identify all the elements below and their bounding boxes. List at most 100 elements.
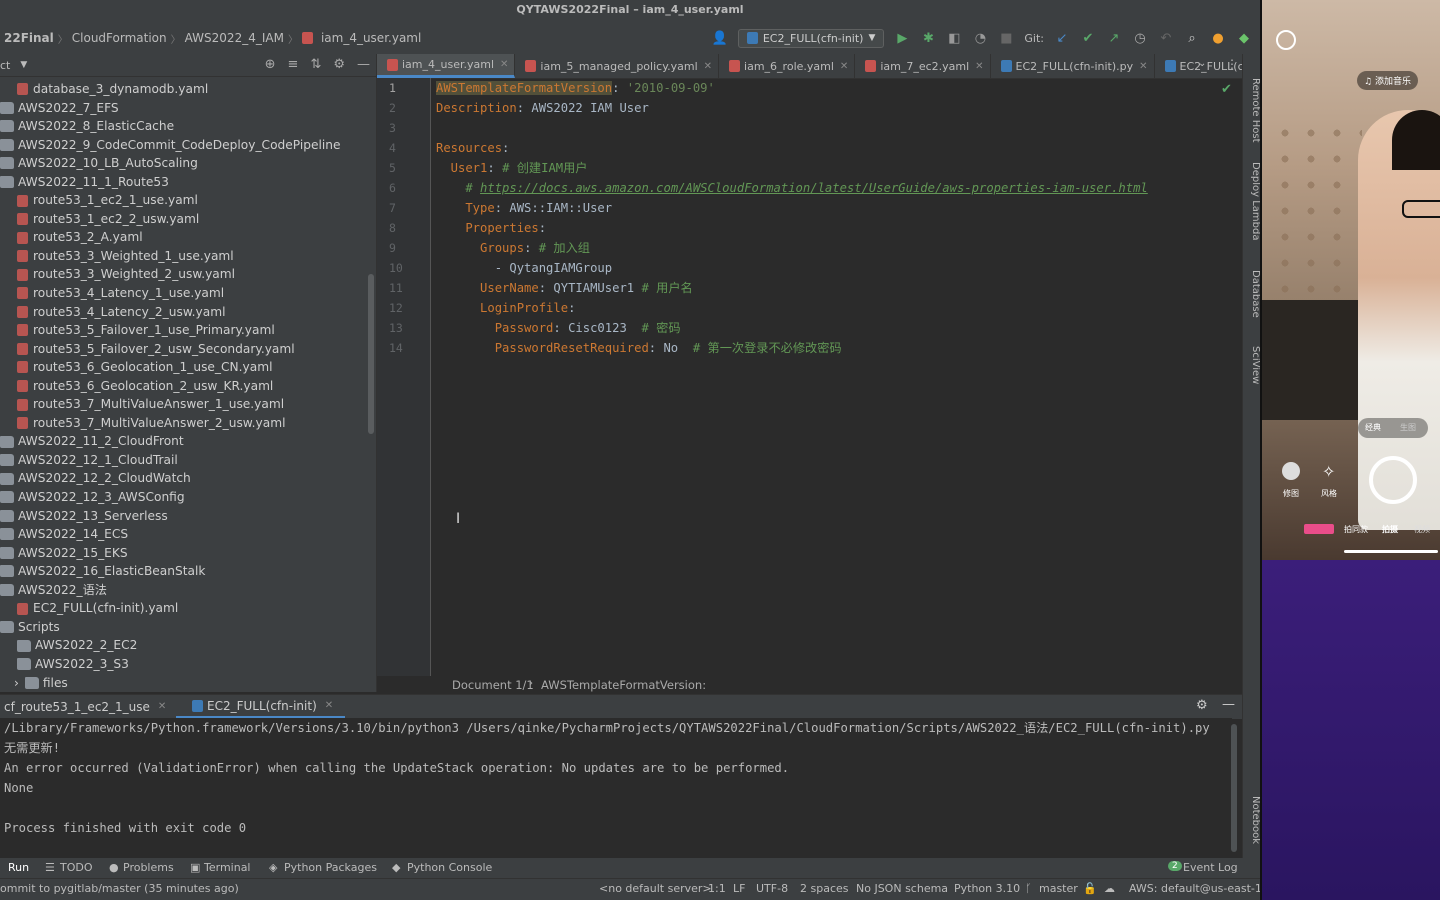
tree-folder[interactable]: AWS2022_2_EC2 [0, 636, 376, 655]
status-server[interactable]: <no default server> [599, 882, 712, 895]
tool-database[interactable]: Database [1243, 270, 1260, 318]
tree-folder[interactable]: AWS2022_语法 [0, 581, 376, 600]
locate-icon[interactable]: ⊕ [265, 57, 276, 72]
tool-event-log[interactable]: Event Log [1183, 861, 1238, 874]
close-icon[interactable]: ✕ [975, 61, 983, 72]
close-icon[interactable]: ✕ [500, 59, 508, 70]
close-icon[interactable]: ✕ [158, 696, 166, 718]
tree-folder[interactable]: AWS2022_11_1_Route53 [0, 173, 376, 192]
editor-tab[interactable]: iam_4_user.yaml ✕ [377, 54, 516, 78]
tree-folder[interactable]: AWS2022_14_ECS [0, 525, 376, 544]
tool-deploy-lambda[interactable]: Deploy Lambda [1243, 162, 1260, 240]
crumb-file[interactable]: iam_4_user.yaml [317, 31, 425, 45]
tree-file[interactable]: route53_5_Failover_2_usw_Secondary.yaml [0, 340, 376, 359]
mode-bottom-2[interactable]: 拍摄 [1382, 524, 1398, 535]
expand-all-icon[interactable]: ≡ [288, 57, 299, 72]
status-indent[interactable]: 2 spaces [800, 882, 849, 895]
status-branch[interactable]: master [1039, 882, 1078, 895]
tree-scrollbar[interactable] [368, 274, 374, 434]
tool-todo[interactable]: TODO [60, 861, 93, 874]
run-tab-ec2-full[interactable]: EC2_FULL(cfn-init) ✕ [176, 695, 346, 719]
mode-classic[interactable]: 经典 [1365, 422, 1381, 433]
close-icon[interactable]: ✕ [840, 61, 848, 72]
git-commit-icon[interactable]: ✔ [1080, 30, 1096, 46]
tree-folder[interactable]: AWS2022_3_S3 [0, 655, 376, 674]
status-schema[interactable]: No JSON schema [856, 882, 948, 895]
retouch-icon[interactable] [1282, 462, 1300, 480]
debug-icon[interactable]: ✱ [920, 30, 936, 46]
status-aws[interactable]: AWS: default@us-east-1 [1129, 882, 1260, 895]
tool-python-packages[interactable]: Python Packages [284, 861, 377, 874]
style-icon[interactable]: ✧ [1322, 462, 1335, 481]
tool-notebook[interactable]: Notebook [1243, 796, 1260, 844]
tree-file[interactable]: route53_3_Weighted_2_usw.yaml [0, 265, 376, 284]
code-editor[interactable]: AWSTemplateFormatVersion: '2010-09-09' De… [436, 78, 1226, 358]
chevron-right-icon[interactable]: › [14, 674, 19, 693]
tree-file[interactable]: database_3_dynamodb.yaml [0, 80, 376, 99]
hide-icon[interactable]: — [357, 57, 370, 72]
crumb-project[interactable]: 22Final [0, 31, 58, 45]
tree-file[interactable]: route53_6_Geolocation_1_use_CN.yaml [0, 358, 376, 377]
tree-folder[interactable]: AWS2022_7_EFS [0, 99, 376, 118]
tree-file[interactable]: route53_1_ec2_1_use.yaml [0, 191, 376, 210]
editor-tab[interactable]: iam_7_ec2.yaml ✕ [855, 54, 991, 78]
close-icon[interactable]: ✕ [1139, 61, 1147, 72]
mode-bottom-1[interactable]: 拍同款 [1344, 524, 1368, 535]
status-encoding[interactable]: UTF-8 [756, 882, 788, 895]
tree-file[interactable]: route53_7_MultiValueAnswer_1_use.yaml [0, 395, 376, 414]
profile-icon[interactable]: ◔ [972, 30, 988, 46]
tree-folder[interactable]: AWS2022_10_LB_AutoScaling [0, 154, 376, 173]
crumb-iam-folder[interactable]: AWS2022_4_IAM [181, 31, 288, 45]
tool-run[interactable]: Run [8, 861, 29, 874]
status-line-separator[interactable]: LF [733, 882, 745, 895]
lock-icon[interactable]: 🔓 [1083, 882, 1097, 895]
project-view-label[interactable]: ct [0, 59, 10, 72]
more-icon[interactable]: ⋮ [1226, 57, 1238, 71]
git-update-icon[interactable]: ↙ [1054, 30, 1070, 46]
plugin-icon[interactable]: ◆ [1236, 30, 1252, 46]
tree-file[interactable]: route53_2_A.yaml [0, 228, 376, 247]
status-interpreter[interactable]: Python 3.10 [954, 882, 1020, 895]
tree-folder[interactable]: Scripts [0, 618, 376, 637]
run-config-select[interactable]: EC2_FULL(cfn-init) ▼ [737, 28, 885, 48]
shutter-button[interactable] [1369, 456, 1417, 504]
run-tab-route53[interactable]: cf_route53_1_ec2_1_use ✕ [4, 695, 166, 719]
stop-icon[interactable]: ■ [998, 30, 1014, 46]
mode-bottom-3[interactable]: 视频 [1414, 524, 1430, 535]
tree-file[interactable]: route53_5_Failover_1_use_Primary.yaml [0, 321, 376, 340]
editor-crumb-key[interactable]: AWSTemplateFormatVersion: [541, 678, 706, 692]
tree-file[interactable]: route53_4_Latency_1_use.yaml [0, 284, 376, 303]
tree-file[interactable]: route53_4_Latency_2_usw.yaml [0, 303, 376, 322]
close-icon[interactable]: ✕ [704, 61, 712, 72]
ring-light-icon[interactable] [1276, 30, 1296, 50]
crumb-cloudformation[interactable]: CloudFormation [68, 31, 171, 45]
run-console[interactable]: /Library/Frameworks/Python.framework/Ver… [0, 718, 1232, 858]
coverage-icon[interactable]: ◧ [946, 30, 962, 46]
editor-tab[interactable]: EC2_FULL(cfn-init).py ✕ [991, 54, 1155, 78]
editor-crumb-document[interactable]: Document 1/1 [452, 678, 534, 692]
tree-file[interactable]: route53_3_Weighted_1_use.yaml [0, 247, 376, 266]
mode-image[interactable]: 生图 [1400, 422, 1416, 433]
tree-file[interactable]: route53_1_ec2_2_usw.yaml [0, 210, 376, 229]
tree-folder[interactable]: › files [0, 674, 376, 693]
console-scrollbar[interactable] [1231, 724, 1237, 852]
mode-switch[interactable]: 经典 生图 [1358, 418, 1428, 438]
status-vcs-message[interactable]: ommit to pygitlab/master (35 minutes ago… [0, 882, 239, 895]
git-push-icon[interactable]: ↗ [1106, 30, 1122, 46]
gear-icon[interactable]: ⚙ [1196, 698, 1208, 713]
rollback-icon[interactable]: ↶ [1158, 30, 1174, 46]
tree-folder[interactable]: AWS2022_15_EKS [0, 544, 376, 563]
editor-tab[interactable]: iam_6_role.yaml ✕ [719, 54, 856, 78]
tool-sciview[interactable]: SciView [1243, 346, 1260, 384]
tool-python-console[interactable]: Python Console [407, 861, 492, 874]
update-icon[interactable]: ● [1210, 30, 1226, 46]
tree-file[interactable]: route53_6_Geolocation_2_usw_KR.yaml [0, 377, 376, 396]
history-icon[interactable]: ◷ [1132, 30, 1148, 46]
hide-icon[interactable]: — [1222, 697, 1235, 712]
tool-remote-host[interactable]: Remote Host [1243, 78, 1260, 143]
add-music-button[interactable]: ♫ 添加音乐 [1357, 71, 1418, 90]
tree-folder[interactable]: AWS2022_16_ElasticBeanStalk [0, 562, 376, 581]
tab-list-chevron[interactable]: ⌄ [1198, 58, 1206, 69]
collapse-all-icon[interactable]: ⇅ [310, 57, 321, 72]
search-icon[interactable]: ⌕ [1184, 30, 1200, 46]
